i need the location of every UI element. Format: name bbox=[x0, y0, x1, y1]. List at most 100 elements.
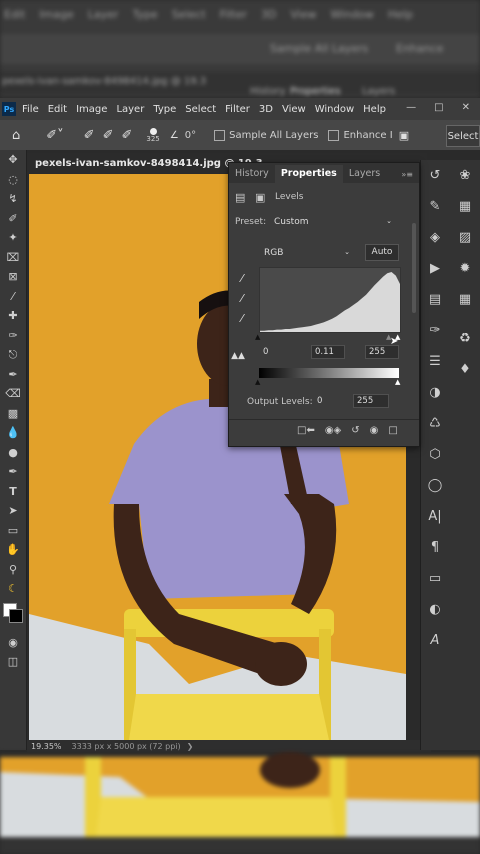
sample-all-layers-checkbox[interactable] bbox=[214, 129, 226, 141]
history-brush-icon[interactable]: ✒ bbox=[0, 365, 26, 385]
clip-to-layer-icon[interactable]: □⬅ bbox=[297, 425, 315, 436]
menu-filter[interactable]: Filter bbox=[225, 104, 250, 115]
menu-3d[interactable]: 3D bbox=[259, 104, 273, 115]
gray-point-eyedropper-icon[interactable]: ⁄ bbox=[235, 291, 249, 305]
zoom-level[interactable]: 19.35% bbox=[31, 742, 62, 751]
white-point-eyedropper-icon[interactable]: ⁄ bbox=[235, 311, 249, 325]
output-white-field[interactable]: 255 bbox=[353, 394, 389, 408]
quick-selection-tool-icon[interactable]: ✐ bbox=[0, 209, 26, 229]
layer-mask-icon[interactable]: ▣ bbox=[255, 191, 265, 204]
libraries-icon[interactable]: ♻ bbox=[451, 323, 479, 354]
minimize-icon[interactable]: — bbox=[406, 102, 416, 113]
color-swatches-icon[interactable] bbox=[0, 599, 26, 633]
eyedropper-tool-icon[interactable]: ⁄ bbox=[0, 287, 26, 307]
quick-mask-icon[interactable]: ◉ bbox=[0, 633, 26, 653]
output-sliders[interactable]: ▲ ▲ bbox=[255, 378, 400, 386]
menu-view[interactable]: View bbox=[282, 104, 306, 115]
magic-wand-icon[interactable]: ✦ bbox=[0, 228, 26, 248]
menu-window[interactable]: Window bbox=[315, 104, 354, 115]
crop-tool-icon[interactable]: ⌧ bbox=[0, 248, 26, 268]
angle-value[interactable]: 0° bbox=[185, 130, 196, 141]
clone-source-icon[interactable]: ◑ bbox=[421, 377, 449, 408]
reset-icon[interactable]: ↺ bbox=[351, 425, 359, 436]
status-menu-icon[interactable]: ❯ bbox=[187, 742, 194, 751]
brush-size[interactable]: 325 bbox=[146, 127, 160, 143]
rectangle-tool-icon[interactable]: ▭ bbox=[0, 521, 26, 541]
layers-panel-icon[interactable]: ◈ bbox=[421, 222, 449, 253]
blur-tool-icon[interactable]: 💧 bbox=[0, 423, 26, 443]
input-black-field[interactable]: 0 bbox=[259, 345, 293, 359]
character-icon[interactable]: A| bbox=[421, 501, 449, 532]
view-previous-state-icon[interactable]: ◉◈ bbox=[325, 425, 341, 436]
panel-menu-icon[interactable]: »≡ bbox=[395, 167, 419, 183]
eraser-tool-icon[interactable]: ⌫ bbox=[0, 384, 26, 404]
black-point-eyedropper-icon[interactable]: ⁄ bbox=[235, 271, 249, 285]
sample-icon[interactable]: ▣ bbox=[399, 129, 409, 142]
menu-file[interactable]: File bbox=[22, 104, 39, 115]
clipping-warning-icon[interactable]: ▲▲ bbox=[231, 349, 245, 363]
add-to-selection-icon[interactable]: ✐ bbox=[103, 128, 114, 143]
history-panel-icon[interactable]: ↺ bbox=[421, 160, 449, 191]
type-tool-icon[interactable]: T bbox=[0, 482, 26, 502]
output-white-handle[interactable]: ▲ bbox=[395, 378, 400, 386]
gradient-tool-icon[interactable]: ▩ bbox=[0, 404, 26, 424]
quick-selection-tool-preset-icon[interactable]: ✐˅ bbox=[46, 128, 63, 143]
frame-tool-icon[interactable]: ⊠ bbox=[0, 267, 26, 287]
preset-dropdown[interactable]: Custom ⌄ bbox=[269, 214, 397, 229]
swatch-grid-icon[interactable]: ▦ bbox=[451, 191, 479, 222]
3d-icon[interactable]: ⬡ bbox=[421, 439, 449, 470]
menu-help[interactable]: Help bbox=[363, 104, 386, 115]
home-icon[interactable]: ⌂ bbox=[12, 128, 20, 143]
menu-edit[interactable]: Edit bbox=[48, 104, 67, 115]
menu-image[interactable]: Image bbox=[76, 104, 107, 115]
paths-icon[interactable]: ♦ bbox=[451, 354, 479, 385]
close-icon[interactable]: ✕ bbox=[462, 102, 470, 113]
black-slider-handle[interactable]: ▲ bbox=[255, 333, 260, 341]
histogram-icon[interactable]: ▤ bbox=[421, 284, 449, 315]
panel-scrollbar[interactable] bbox=[412, 223, 416, 313]
tab-properties[interactable]: Properties bbox=[274, 165, 343, 183]
maximize-icon[interactable]: □ bbox=[434, 102, 443, 113]
pen-tool-icon[interactable]: ✒ bbox=[0, 462, 26, 482]
notes-icon[interactable]: ▭ bbox=[421, 563, 449, 594]
menu-layer[interactable]: Layer bbox=[116, 104, 144, 115]
input-white-field[interactable]: 255 bbox=[365, 345, 399, 359]
channel-dropdown[interactable]: RGB ⌄ bbox=[259, 245, 355, 261]
paragraph-icon[interactable]: ¶ bbox=[421, 532, 449, 563]
zoom-tool-icon[interactable]: ⚲ bbox=[0, 560, 26, 580]
move-tool-icon[interactable]: ✥ bbox=[0, 150, 26, 170]
edit-toolbar-icon[interactable]: ☾ bbox=[0, 579, 26, 599]
brush-settings-icon[interactable]: ✎ bbox=[421, 191, 449, 222]
screen-mode-icon[interactable]: ◫ bbox=[0, 652, 26, 672]
path-selection-icon[interactable]: ➤ bbox=[0, 501, 26, 521]
brush-tool-icon[interactable]: ✑ bbox=[0, 326, 26, 346]
output-black-field[interactable]: 0 bbox=[313, 394, 349, 408]
clone-stamp-icon[interactable]: ⎋ bbox=[0, 345, 26, 365]
lasso-tool-icon[interactable]: ↯ bbox=[0, 189, 26, 209]
brushes-icon[interactable]: ✑ bbox=[421, 315, 449, 346]
patterns-icon[interactable]: ✹ bbox=[451, 253, 479, 284]
menu-type[interactable]: Type bbox=[153, 104, 176, 115]
swatches-icon[interactable]: ◐ bbox=[421, 594, 449, 625]
select-subject-button[interactable]: Select bbox=[446, 125, 480, 147]
subtract-selection-icon[interactable]: ✐ bbox=[121, 128, 132, 143]
healing-brush-icon[interactable]: ✚ bbox=[0, 306, 26, 326]
actions-play-icon[interactable]: ▶ bbox=[421, 253, 449, 284]
glyphs-icon[interactable]: A bbox=[421, 625, 449, 656]
menu-select[interactable]: Select bbox=[185, 104, 216, 115]
color-panel-icon[interactable]: ❀ bbox=[451, 160, 479, 191]
hand-tool-icon[interactable]: ✋ bbox=[0, 540, 26, 560]
tab-layers[interactable]: Layers bbox=[343, 165, 386, 183]
dodge-tool-icon[interactable]: ● bbox=[0, 443, 26, 463]
visibility-eye-icon[interactable]: ◉ bbox=[370, 425, 379, 436]
output-black-handle[interactable]: ▲ bbox=[255, 378, 260, 386]
grid-icon[interactable]: ▦ bbox=[451, 284, 479, 315]
input-sliders[interactable]: ▲ ▲ ▲ bbox=[255, 333, 400, 341]
tab-history[interactable]: History bbox=[229, 165, 275, 183]
auto-button[interactable]: Auto bbox=[365, 244, 399, 261]
lightbulb-icon[interactable]: ◯ bbox=[421, 470, 449, 501]
new-selection-icon[interactable]: ✐ bbox=[84, 128, 95, 143]
gradients-icon[interactable]: ▨ bbox=[451, 222, 479, 253]
adjustments-icon[interactable]: ☰ bbox=[421, 346, 449, 377]
delete-trash-icon[interactable]: □ bbox=[388, 425, 397, 436]
